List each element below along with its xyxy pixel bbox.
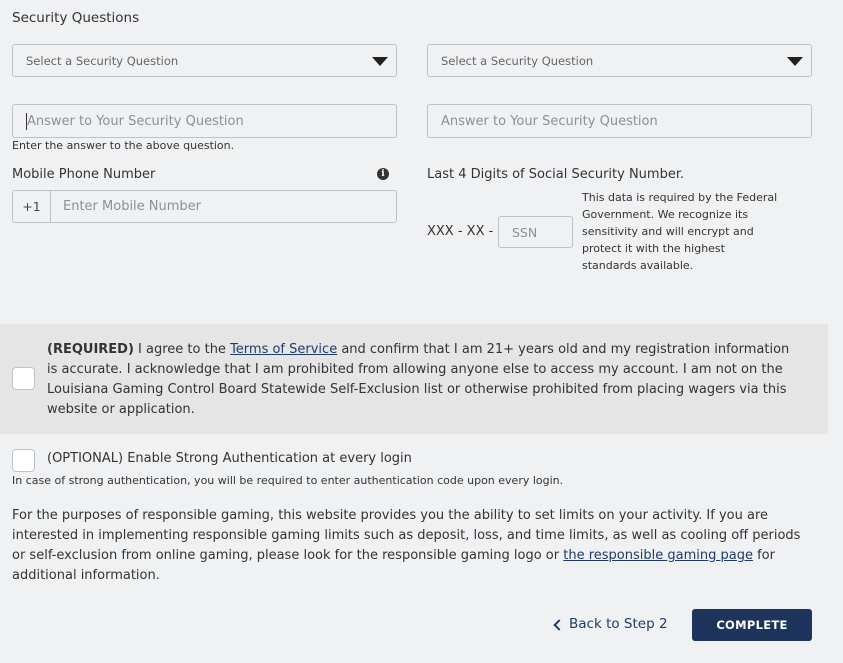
select-placeholder: Select a Security Question — [26, 53, 179, 68]
country-code-prefix: +1 — [12, 190, 50, 223]
security-question-select-1[interactable]: Select a Security Question — [12, 44, 397, 77]
strong-auth-checkbox[interactable] — [12, 449, 35, 472]
info-icon[interactable]: i — [377, 168, 389, 180]
strong-auth-hint: In case of strong authentication, you wi… — [12, 474, 564, 487]
responsible-gaming-link[interactable]: the responsible gaming page — [563, 548, 753, 563]
mobile-phone-group: +1 — [12, 190, 397, 223]
ssn-note: This data is required by the Federal Gov… — [582, 191, 778, 272]
back-to-step-2-link[interactable]: Back to Step 2 — [553, 616, 668, 632]
security-question-select-2[interactable]: Select a Security Question — [427, 44, 812, 77]
section-title: Security Questions — [12, 10, 140, 26]
answer-hint: Enter the answer to the above question. — [12, 139, 235, 152]
caret-down-icon — [787, 57, 803, 66]
terms-of-service-link[interactable]: Terms of Service — [230, 342, 337, 357]
required-agreement-checkbox[interactable] — [12, 367, 35, 390]
back-label: Back to Step 2 — [569, 616, 668, 632]
security-answer-input-1[interactable] — [12, 104, 397, 138]
complete-button[interactable]: COMPLETE — [692, 609, 812, 641]
agreement-text-before: I agree to the — [133, 342, 231, 357]
select-placeholder: Select a Security Question — [441, 53, 594, 68]
ssn-mask-prefix: XXX - XX - — [427, 224, 494, 239]
required-prefix: (REQUIRED) — [47, 342, 134, 357]
required-agreement-text: (REQUIRED) I agree to the Terms of Servi… — [47, 340, 792, 420]
text-cursor — [26, 113, 27, 130]
mobile-number-input[interactable] — [50, 190, 397, 223]
ssn-input[interactable] — [498, 216, 573, 248]
chevron-left-icon — [553, 618, 565, 631]
responsible-gaming-paragraph: For the purposes of responsible gaming, … — [12, 506, 812, 586]
security-answer-input-2[interactable] — [427, 104, 812, 138]
mobile-label: Mobile Phone Number — [12, 167, 156, 182]
strong-auth-label: (OPTIONAL) Enable Strong Authentication … — [47, 451, 412, 466]
ssn-label: Last 4 Digits of Social Security Number. — [427, 167, 685, 182]
caret-down-icon — [372, 57, 388, 66]
